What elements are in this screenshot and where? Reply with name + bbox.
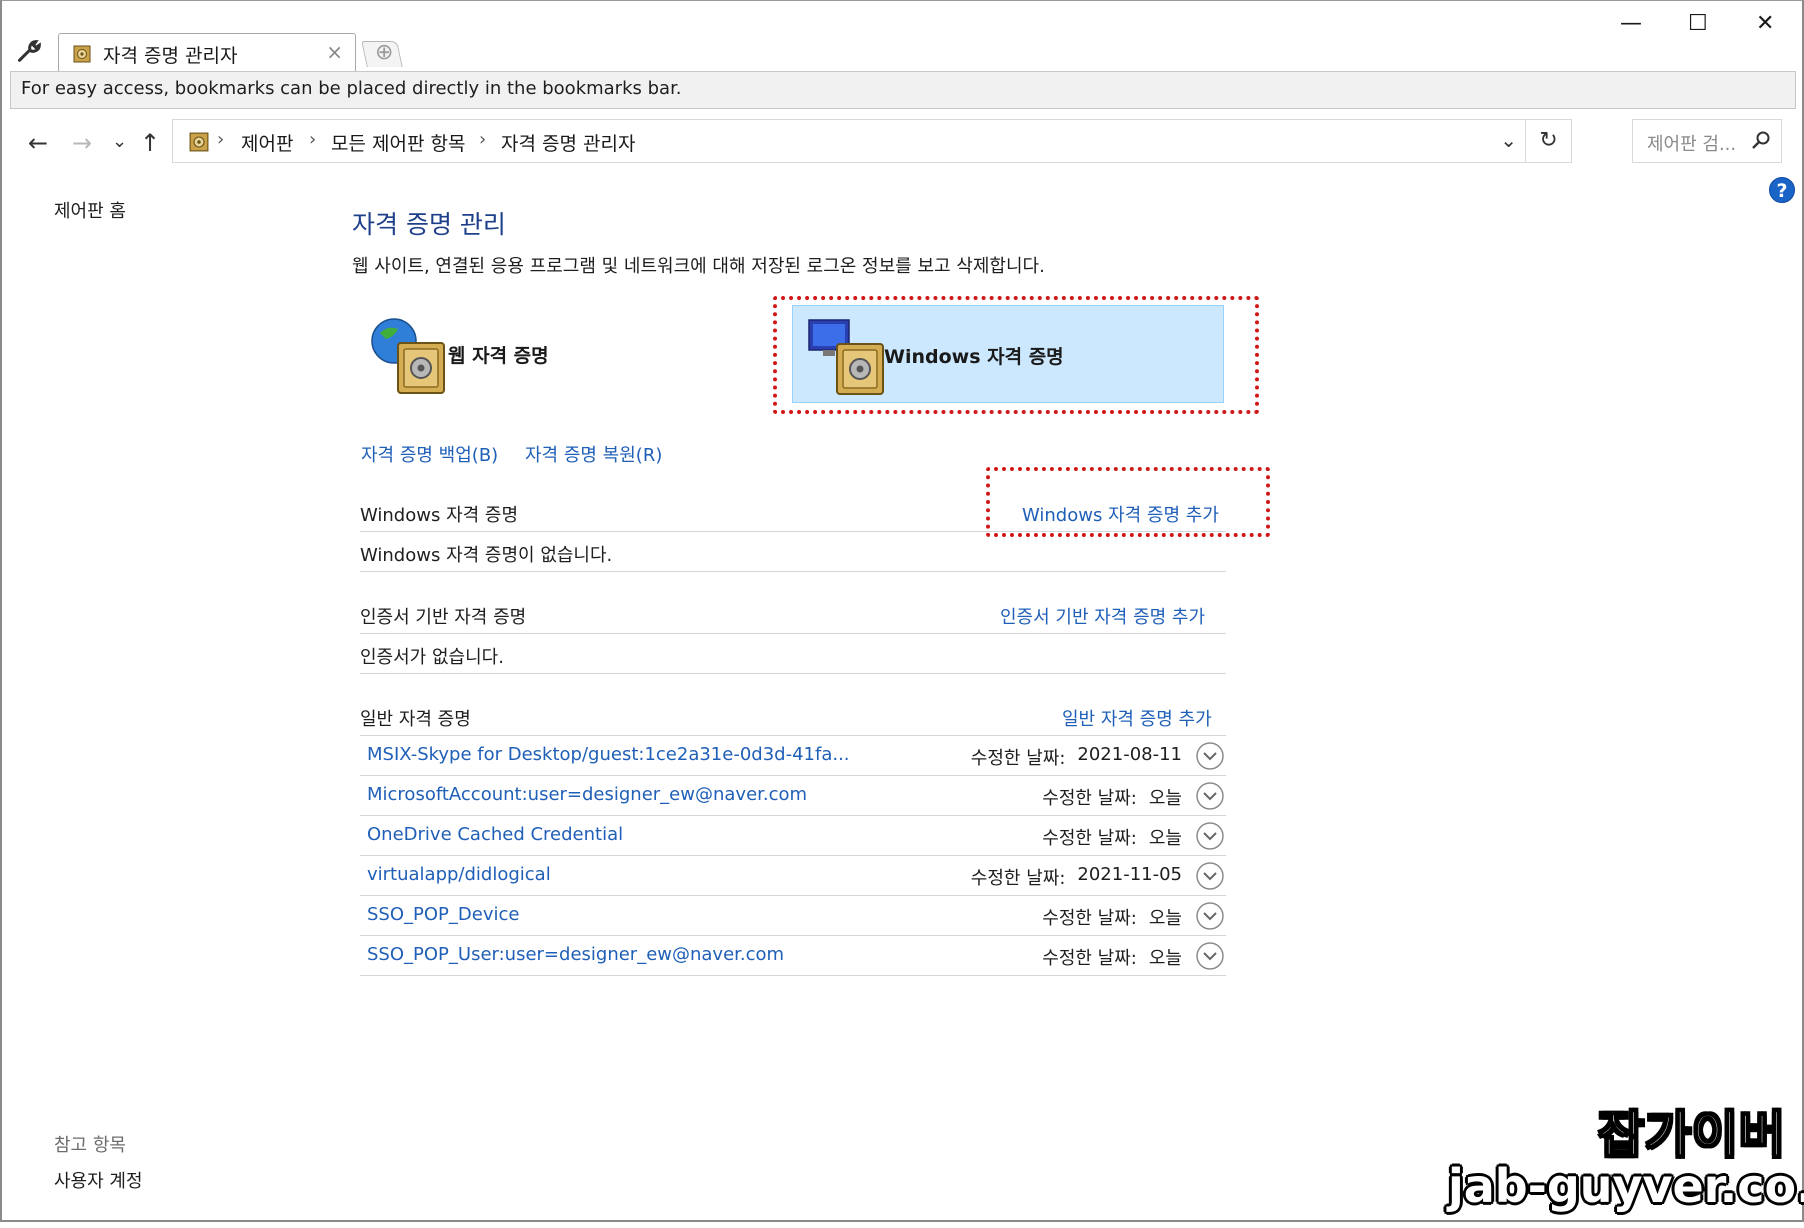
page-title: 자격 증명 관리 bbox=[352, 210, 506, 239]
add-certificate-credential-link[interactable]: 인증서 기반 자격 증명 추가 bbox=[1000, 603, 1205, 629]
tab-close-icon[interactable]: × bbox=[326, 40, 343, 64]
windows-credentials-empty: Windows 자격 증명이 없습니다. bbox=[360, 545, 613, 566]
breadcrumb-credential-manager[interactable]: 자격 증명 관리자 bbox=[501, 129, 635, 156]
restore-credentials-link[interactable]: 자격 증명 복원(R) bbox=[525, 441, 662, 467]
see-also-caption: 참고 항목 bbox=[54, 1135, 126, 1156]
recent-locations-button[interactable]: ⌄ bbox=[112, 131, 127, 152]
breadcrumb-separator: › bbox=[479, 129, 487, 150]
back-button[interactable]: ← bbox=[28, 129, 48, 157]
credential-row[interactable]: OneDrive Cached Credential 수정한 날짜: 오늘 bbox=[360, 816, 1226, 856]
help-icon[interactable]: ? bbox=[1769, 177, 1795, 203]
backup-credentials-link[interactable]: 자격 증명 백업(B) bbox=[361, 441, 498, 467]
up-button[interactable]: ↑ bbox=[140, 129, 160, 157]
divider bbox=[360, 673, 1226, 674]
maximize-button[interactable]: ☐ bbox=[1688, 11, 1708, 36]
modified-date-label: 수정한 날짜: bbox=[1042, 788, 1137, 809]
expand-chevron-icon[interactable] bbox=[1196, 742, 1224, 770]
breadcrumb-control-panel[interactable]: 제어판 bbox=[241, 129, 293, 156]
watermark-url: jab-guyver.co.kr bbox=[1448, 1159, 1804, 1213]
search-placeholder: 제어판 검... bbox=[1647, 134, 1737, 155]
highlight-box-windows-credentials bbox=[773, 296, 1259, 414]
vault-icon bbox=[73, 45, 91, 63]
credential-row[interactable]: MSIX-Skype for Desktop/guest:1ce2a31e-0d… bbox=[360, 736, 1226, 776]
tab-title: 자격 증명 관리자 bbox=[103, 45, 238, 67]
web-vault-icon bbox=[371, 318, 445, 394]
web-credentials-label: 웹 자격 증명 bbox=[448, 345, 549, 367]
credential-row[interactable]: SSO_POP_User:user=designer_ew@naver.com 수… bbox=[360, 936, 1226, 976]
add-windows-credential-link[interactable]: Windows 자격 증명 추가 bbox=[1022, 501, 1219, 527]
modified-date: 오늘 bbox=[1148, 788, 1182, 809]
divider bbox=[360, 571, 1226, 572]
minimize-button[interactable]: — bbox=[1620, 11, 1642, 36]
bookmarks-bar: For easy access, bookmarks can be placed… bbox=[10, 71, 1796, 109]
web-credentials-tile[interactable]: 웹 자격 증명 bbox=[362, 311, 762, 403]
credential-name[interactable]: SSO_POP_Device bbox=[367, 904, 519, 925]
bookmarks-bar-text: For easy access, bookmarks can be placed… bbox=[21, 78, 682, 99]
wrench-icon[interactable] bbox=[16, 37, 44, 65]
chevron-down-icon[interactable]: ⌄ bbox=[1500, 128, 1517, 152]
plus-icon: ⊕ bbox=[375, 40, 394, 65]
divider bbox=[360, 531, 1226, 532]
credential-name[interactable]: SSO_POP_User:user=designer_ew@naver.com bbox=[367, 944, 784, 965]
breadcrumb-separator: › bbox=[217, 129, 225, 150]
watermark-name: 잡가이버 bbox=[1597, 1105, 1786, 1165]
refresh-button[interactable]: ↻ bbox=[1525, 120, 1571, 162]
modified-date-label: 수정한 날짜: bbox=[1042, 948, 1137, 969]
expand-chevron-icon[interactable] bbox=[1196, 902, 1224, 930]
close-button[interactable]: ✕ bbox=[1756, 11, 1774, 36]
window-frame: 자격 증명 관리자 × ⊕ — ☐ ✕ For easy access, boo… bbox=[0, 0, 1804, 1222]
windows-credentials-heading: Windows 자격 증명 bbox=[360, 505, 519, 526]
expand-chevron-icon[interactable] bbox=[1196, 942, 1224, 970]
navigation-bar: ← → ⌄ ↑ › 제어판 › 모든 제어판 항목 › 자격 증명 관리자 ⌄ … bbox=[10, 109, 1796, 173]
expand-chevron-icon[interactable] bbox=[1196, 862, 1224, 890]
tab-credential-manager[interactable]: 자격 증명 관리자 × bbox=[58, 33, 356, 71]
modified-date: 오늘 bbox=[1148, 908, 1182, 929]
modified-date-label: 수정한 날짜: bbox=[970, 868, 1066, 889]
expand-chevron-icon[interactable] bbox=[1196, 822, 1224, 850]
breadcrumb-separator: › bbox=[309, 129, 317, 150]
vault-icon bbox=[189, 132, 209, 152]
modified-date: 2021-11-05 bbox=[1077, 864, 1182, 885]
certificate-credentials-heading: 인증서 기반 자격 증명 bbox=[360, 607, 527, 628]
credential-row[interactable]: MicrosoftAccount:user=designer_ew@naver.… bbox=[360, 776, 1226, 816]
modified-date-label: 수정한 날짜: bbox=[1042, 828, 1137, 849]
credential-name[interactable]: virtualapp/didlogical bbox=[367, 864, 551, 885]
search-icon bbox=[1752, 131, 1770, 149]
credential-row[interactable]: SSO_POP_Device 수정한 날짜: 오늘 bbox=[360, 896, 1226, 936]
sidebar-control-panel-home[interactable]: 제어판 홈 bbox=[54, 197, 126, 223]
modified-date: 2021-08-11 bbox=[1077, 744, 1182, 765]
add-generic-credential-link[interactable]: 일반 자격 증명 추가 bbox=[1062, 705, 1212, 731]
tab-strip: 자격 증명 관리자 × ⊕ — ☐ ✕ bbox=[2, 1, 1802, 71]
credential-name[interactable]: MicrosoftAccount:user=designer_ew@naver.… bbox=[367, 784, 807, 805]
modified-date-label: 수정한 날짜: bbox=[970, 748, 1066, 769]
modified-date: 오늘 bbox=[1148, 948, 1182, 969]
expand-chevron-icon[interactable] bbox=[1196, 782, 1224, 810]
forward-button[interactable]: → bbox=[72, 129, 92, 157]
address-bar[interactable]: › 제어판 › 모든 제어판 항목 › 자격 증명 관리자 ⌄ ↻ bbox=[172, 119, 1572, 163]
page-description: 웹 사이트, 연결된 응용 프로그램 및 네트워크에 대해 저장된 로그온 정보… bbox=[352, 256, 1045, 277]
credential-row[interactable]: virtualapp/didlogical 수정한 날짜: 2021-11-05 bbox=[360, 856, 1226, 896]
search-input[interactable]: 제어판 검... bbox=[1632, 119, 1782, 163]
breadcrumb-all-items[interactable]: 모든 제어판 항목 bbox=[331, 129, 465, 156]
generic-credentials-heading: 일반 자격 증명 bbox=[360, 709, 471, 730]
modified-date: 오늘 bbox=[1148, 828, 1182, 849]
sidebar-user-accounts[interactable]: 사용자 계정 bbox=[54, 1167, 143, 1193]
certificate-credentials-empty: 인증서가 없습니다. bbox=[360, 647, 504, 668]
modified-date-label: 수정한 날짜: bbox=[1042, 908, 1137, 929]
credential-name[interactable]: MSIX-Skype for Desktop/guest:1ce2a31e-0d… bbox=[367, 744, 850, 765]
divider bbox=[360, 633, 1226, 634]
credential-name[interactable]: OneDrive Cached Credential bbox=[367, 824, 623, 845]
